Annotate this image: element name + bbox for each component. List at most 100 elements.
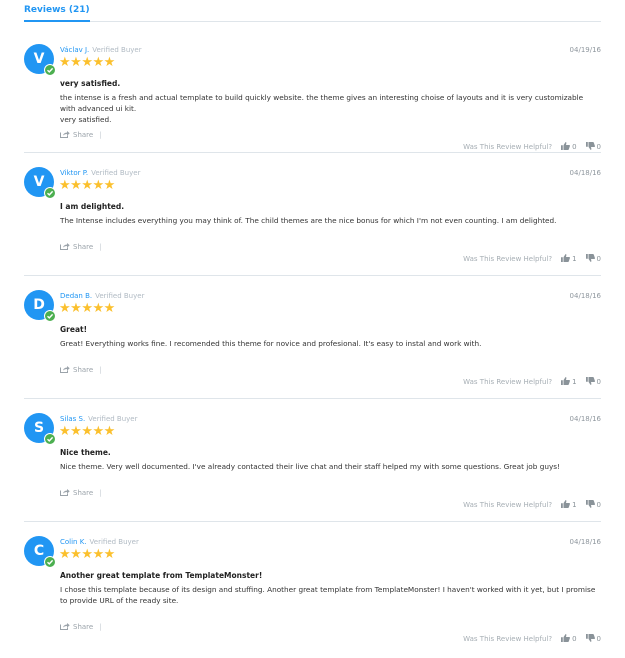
dislike-button[interactable]: 0 xyxy=(585,254,601,263)
star-icon: ★ xyxy=(103,55,116,70)
thumbs-up-icon xyxy=(561,634,572,643)
star-icon: ★ xyxy=(92,424,104,439)
share-icon xyxy=(60,131,73,139)
helpful-votes: Was This Review Helpful? 1 0 xyxy=(463,500,601,509)
verified-check-icon xyxy=(44,433,56,445)
star-icon: ★ xyxy=(103,301,116,316)
star-icon: ★ xyxy=(103,178,116,193)
share-button[interactable]: Share | xyxy=(60,622,102,631)
review-body: I chose this template because of its des… xyxy=(60,585,596,605)
divider: | xyxy=(99,489,102,497)
helpful-votes: Was This Review Helpful? 1 0 xyxy=(463,377,601,386)
review-body: the intense is a fresh and actual templa… xyxy=(60,93,584,124)
like-count: 1 xyxy=(572,378,577,386)
star-icon: ★ xyxy=(103,424,116,439)
star-icon: ★ xyxy=(81,55,93,70)
star-icon: ★ xyxy=(70,178,82,193)
helpful-label: Was This Review Helpful? xyxy=(463,255,553,263)
share-button[interactable]: Share | xyxy=(60,488,102,497)
divider: | xyxy=(99,623,102,631)
star-icon: ★ xyxy=(59,301,71,316)
verified-check-icon xyxy=(44,556,56,568)
verified-check-icon xyxy=(44,310,56,322)
verified-check-icon xyxy=(44,64,56,76)
verified-buyer-label: Verified Buyer xyxy=(95,292,145,300)
thumbs-down-icon xyxy=(585,500,597,509)
review-body: The Intense includes everything you may … xyxy=(60,216,557,225)
review-item: D Dedan B. Verified Buyer 04/18/16 ★★★★★ Grea… xyxy=(24,275,601,399)
share-label: Share xyxy=(73,366,94,374)
review-item: C Colin K. Verified Buyer 04/18/16 ★★★★★ Anot… xyxy=(24,521,601,644)
reviewer-name[interactable]: Colin K. xyxy=(60,538,87,546)
review-title: Another great template from TemplateMons… xyxy=(60,571,263,580)
star-icon: ★ xyxy=(92,178,104,193)
reviewer-name[interactable]: Václav J. xyxy=(60,46,89,54)
star-icon: ★ xyxy=(59,424,71,439)
star-icon: ★ xyxy=(70,301,82,316)
reviewer-name[interactable]: Silas S. xyxy=(60,415,85,423)
dislike-button[interactable]: 0 xyxy=(585,377,601,386)
share-icon xyxy=(60,243,73,251)
dislike-button[interactable]: 0 xyxy=(585,634,601,643)
thumbs-down-icon xyxy=(585,254,597,263)
reviewer-name[interactable]: Viktor P. xyxy=(60,169,88,177)
helpful-votes: Was This Review Helpful? 0 0 xyxy=(463,634,601,643)
star-rating: ★★★★★ xyxy=(59,424,116,439)
like-button[interactable]: 1 xyxy=(561,377,577,386)
like-button[interactable]: 0 xyxy=(561,142,577,151)
dislike-count: 0 xyxy=(596,635,601,643)
star-icon: ★ xyxy=(70,547,82,562)
like-count: 0 xyxy=(572,143,577,151)
dislike-button[interactable]: 0 xyxy=(585,500,601,509)
verified-buyer-label: Verified Buyer xyxy=(91,169,141,177)
dislike-button[interactable]: 0 xyxy=(585,142,601,151)
verified-buyer-label: Verified Buyer xyxy=(89,538,139,546)
star-icon: ★ xyxy=(81,424,93,439)
review-item: V Viktor P. Verified Buyer 04/18/16 ★★★★★ I a… xyxy=(24,152,601,276)
review-item: V Václav J. Verified Buyer 04/19/16 ★★★★★ ver… xyxy=(24,29,601,153)
share-button[interactable]: Share | xyxy=(60,365,102,374)
share-label: Share xyxy=(73,131,94,139)
star-icon: ★ xyxy=(70,424,82,439)
helpful-label: Was This Review Helpful? xyxy=(463,635,553,643)
share-button[interactable]: Share | xyxy=(60,130,102,139)
star-rating: ★★★★★ xyxy=(59,547,116,562)
review-date: 04/18/16 xyxy=(569,169,601,177)
dislike-count: 0 xyxy=(596,378,601,386)
star-icon: ★ xyxy=(59,55,71,70)
thumbs-down-icon xyxy=(585,634,597,643)
like-button[interactable]: 1 xyxy=(561,254,577,263)
verified-check-icon xyxy=(44,187,56,199)
review-date: 04/18/16 xyxy=(569,292,601,300)
star-rating: ★★★★★ xyxy=(59,301,116,316)
divider: | xyxy=(99,243,102,251)
dislike-count: 0 xyxy=(596,501,601,509)
helpful-label: Was This Review Helpful? xyxy=(463,143,553,151)
star-icon: ★ xyxy=(59,547,71,562)
review-date: 04/18/16 xyxy=(569,538,601,546)
share-label: Share xyxy=(73,623,94,631)
helpful-votes: Was This Review Helpful? 1 0 xyxy=(463,254,601,263)
share-icon xyxy=(60,366,73,374)
reviewer-name[interactable]: Dedan B. xyxy=(60,292,92,300)
like-count: 1 xyxy=(572,255,577,263)
like-button[interactable]: 0 xyxy=(561,634,577,643)
review-title: Great! xyxy=(60,325,88,334)
thumbs-down-icon xyxy=(585,142,597,151)
review-body: Nice theme. Very well documented. I've a… xyxy=(60,462,561,471)
star-icon: ★ xyxy=(92,55,104,70)
like-button[interactable]: 1 xyxy=(561,500,577,509)
star-icon: ★ xyxy=(103,547,116,562)
thumbs-up-icon xyxy=(561,254,572,263)
star-icon: ★ xyxy=(59,178,71,193)
share-icon xyxy=(60,489,73,497)
star-icon: ★ xyxy=(92,301,104,316)
thumbs-down-icon xyxy=(585,377,597,386)
star-icon: ★ xyxy=(81,178,93,193)
verified-buyer-label: Verified Buyer xyxy=(88,415,138,423)
like-count: 1 xyxy=(572,501,577,509)
tab-reviews[interactable]: Reviews (21) xyxy=(24,5,90,22)
thumbs-up-icon xyxy=(561,500,572,509)
review-date: 04/19/16 xyxy=(569,46,601,54)
share-button[interactable]: Share | xyxy=(60,242,102,251)
